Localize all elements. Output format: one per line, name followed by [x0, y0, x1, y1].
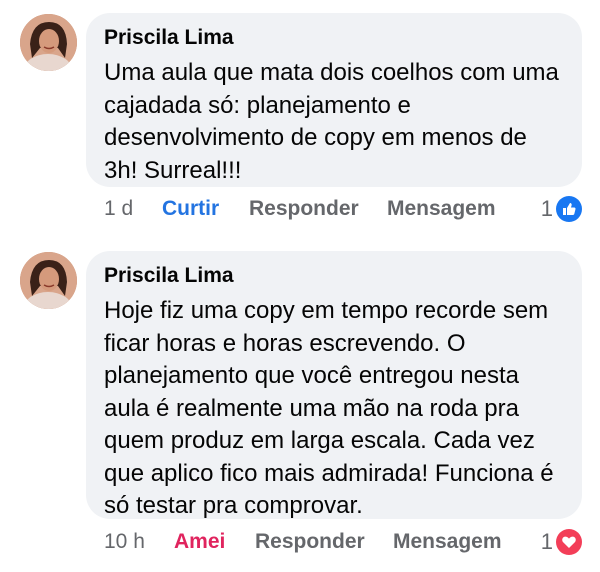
comment-actions: 1 d Curtir Responder Mensagem 1	[104, 194, 582, 224]
comment-bubble: Priscila Lima Hoje fiz uma copy em tempo…	[86, 251, 582, 519]
reply-button[interactable]: Responder	[249, 194, 359, 224]
comment-timestamp[interactable]: 10 h	[104, 527, 145, 557]
thumbs-up-icon	[556, 196, 582, 222]
message-button[interactable]: Mensagem	[393, 527, 502, 557]
avatar[interactable]	[20, 252, 77, 309]
comment-text: Hoje fiz uma copy em tempo recorde sem f…	[104, 297, 554, 519]
comment-text: Uma aula que mata dois coelhos com uma c…	[104, 59, 559, 184]
comment-timestamp[interactable]: 1 d	[104, 194, 133, 224]
heart-icon	[556, 529, 582, 555]
comment-bubble: Priscila Lima Uma aula que mata dois coe…	[86, 13, 582, 187]
reaction-summary[interactable]: 1	[541, 527, 582, 557]
reply-button[interactable]: Responder	[255, 527, 365, 557]
comment-author[interactable]: Priscila Lima	[104, 261, 564, 291]
message-button[interactable]: Mensagem	[387, 194, 496, 224]
avatar[interactable]	[20, 14, 77, 71]
comment-author[interactable]: Priscila Lima	[104, 23, 564, 53]
reaction-summary[interactable]: 1	[541, 194, 582, 224]
comment-actions: 10 h Amei Responder Mensagem 1	[104, 527, 582, 557]
reaction-count: 1	[540, 196, 553, 221]
like-button[interactable]: Curtir	[162, 194, 219, 224]
profile-photo	[20, 252, 77, 309]
reaction-count: 1	[540, 529, 553, 554]
profile-photo	[20, 14, 77, 71]
love-button[interactable]: Amei	[174, 527, 225, 557]
